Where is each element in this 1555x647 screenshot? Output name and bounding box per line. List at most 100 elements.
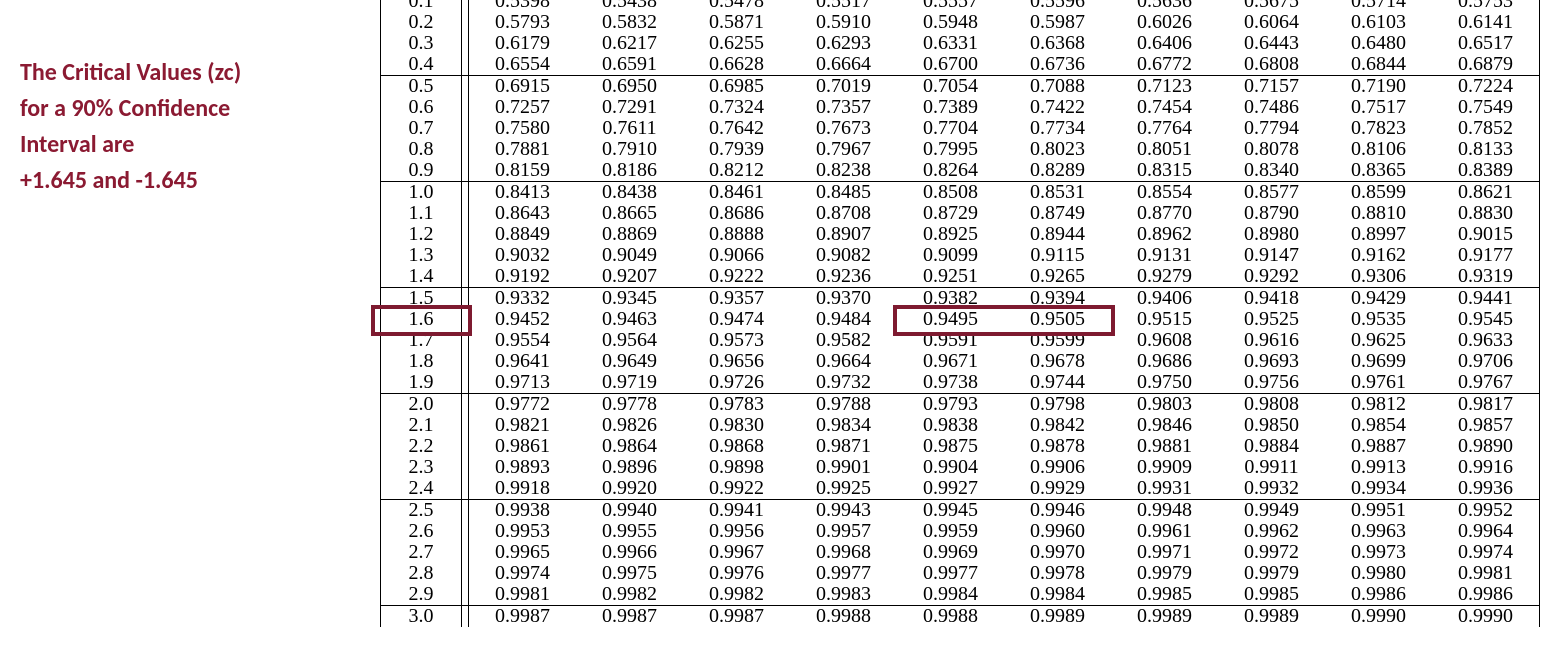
column-divider: [462, 309, 469, 330]
z-value-cell: 0.6293: [790, 33, 897, 54]
z-value-cell: 0.9761: [1325, 372, 1432, 394]
z-value-cell: 0.7324: [683, 97, 790, 118]
column-divider: [462, 160, 469, 182]
z-value-cell: 0.9846: [1111, 415, 1218, 436]
note-line: +1.645 and -1.645: [20, 163, 330, 199]
z-value-cell: 0.9973: [1325, 542, 1432, 563]
z-value-cell: 0.9772: [469, 394, 577, 416]
z-value-cell: 0.6985: [683, 76, 790, 98]
z-value-cell: 0.9505: [1004, 309, 1111, 330]
z-value-cell: 0.6443: [1218, 33, 1325, 54]
z-value-cell: 0.9778: [576, 394, 683, 416]
z-value-cell: 0.6700: [897, 54, 1004, 76]
z-row-label: 1.0: [381, 182, 462, 204]
column-divider: [462, 478, 469, 500]
z-value-cell: 0.6736: [1004, 54, 1111, 76]
z-value-cell: 0.9964: [1432, 521, 1540, 542]
z-row-label: 1.5: [381, 288, 462, 310]
z-value-cell: 0.9929: [1004, 478, 1111, 500]
z-value-cell: 0.8790: [1218, 203, 1325, 224]
z-value-cell: 0.8997: [1325, 224, 1432, 245]
z-row-label: 0.6: [381, 97, 462, 118]
z-value-cell: 0.5832: [576, 12, 683, 33]
z-value-cell: 0.8925: [897, 224, 1004, 245]
z-value-cell: 0.9959: [897, 521, 1004, 542]
z-value-cell: 0.9963: [1325, 521, 1432, 542]
z-value-cell: 0.9940: [576, 500, 683, 522]
z-value-cell: 0.9599: [1004, 330, 1111, 351]
z-value-cell: 0.9015: [1432, 224, 1540, 245]
z-value-cell: 0.9834: [790, 415, 897, 436]
z-value-cell: 0.9656: [683, 351, 790, 372]
z-value-cell: 0.9817: [1432, 394, 1540, 416]
note-line: The Critical Values (zc): [20, 55, 330, 91]
z-value-cell: 0.8849: [469, 224, 577, 245]
z-value-cell: 0.7967: [790, 139, 897, 160]
z-value-cell: 0.9922: [683, 478, 790, 500]
z-value-cell: 0.9988: [790, 606, 897, 628]
z-value-cell: 0.9893: [469, 457, 577, 478]
z-row-label: 0.7: [381, 118, 462, 139]
note-line: Interval are: [20, 127, 330, 163]
z-row-label: 2.7: [381, 542, 462, 563]
z-value-cell: 0.9838: [897, 415, 1004, 436]
z-value-cell: 0.8554: [1111, 182, 1218, 204]
z-value-cell: 0.6772: [1111, 54, 1218, 76]
z-row-label: 0.4: [381, 54, 462, 76]
z-value-cell: 0.9988: [897, 606, 1004, 628]
z-value-cell: 0.9812: [1325, 394, 1432, 416]
z-value-cell: 0.9868: [683, 436, 790, 457]
z-value-cell: 0.9429: [1325, 288, 1432, 310]
z-value-cell: 0.9952: [1432, 500, 1540, 522]
z-value-cell: 0.9957: [790, 521, 897, 542]
z-value-cell: 0.9345: [576, 288, 683, 310]
z-value-cell: 0.7123: [1111, 76, 1218, 98]
z-value-cell: 0.9875: [897, 436, 1004, 457]
z-value-cell: 0.5871: [683, 12, 790, 33]
z-value-cell: 0.8023: [1004, 139, 1111, 160]
z-value-cell: 0.9608: [1111, 330, 1218, 351]
z-value-cell: 0.8438: [576, 182, 683, 204]
z-value-cell: 0.8907: [790, 224, 897, 245]
z-value-cell: 0.6255: [683, 33, 790, 54]
z-value-cell: 0.7995: [897, 139, 1004, 160]
z-value-cell: 0.8599: [1325, 182, 1432, 204]
z-row-label: 2.2: [381, 436, 462, 457]
column-divider: [462, 12, 469, 33]
z-value-cell: 0.8340: [1218, 160, 1325, 182]
z-value-cell: 0.9452: [469, 309, 577, 330]
column-divider: [462, 54, 469, 76]
z-value-cell: 0.9961: [1111, 521, 1218, 542]
z-value-cell: 0.9913: [1325, 457, 1432, 478]
z-value-cell: 0.9292: [1218, 266, 1325, 288]
z-value-cell: 0.9966: [576, 542, 683, 563]
z-value-cell: 0.6064: [1218, 12, 1325, 33]
z-value-cell: 0.9989: [1004, 606, 1111, 628]
z-value-cell: 0.9987: [683, 606, 790, 628]
z-value-cell: 0.6591: [576, 54, 683, 76]
z-row-label: 1.8: [381, 351, 462, 372]
z-value-cell: 0.8461: [683, 182, 790, 204]
column-divider: [462, 351, 469, 372]
z-row-label: 2.0: [381, 394, 462, 416]
z-value-cell: 0.9980: [1325, 563, 1432, 584]
z-value-cell: 0.9965: [469, 542, 577, 563]
z-value-cell: 0.7257: [469, 97, 577, 118]
column-divider: [462, 288, 469, 310]
column-divider: [462, 224, 469, 245]
column-divider: [462, 372, 469, 394]
z-row-label: 3.0: [381, 606, 462, 628]
z-value-cell: 0.9949: [1218, 500, 1325, 522]
z-row-label: 2.6: [381, 521, 462, 542]
z-value-cell: 0.8810: [1325, 203, 1432, 224]
z-value-cell: 0.6517: [1432, 33, 1540, 54]
z-value-cell: 0.7910: [576, 139, 683, 160]
z-value-cell: 0.8962: [1111, 224, 1218, 245]
z-value-cell: 0.9750: [1111, 372, 1218, 394]
z-value-cell: 0.9861: [469, 436, 577, 457]
z-value-cell: 0.9808: [1218, 394, 1325, 416]
z-value-cell: 0.9463: [576, 309, 683, 330]
z-value-cell: 0.7224: [1432, 76, 1540, 98]
z-value-cell: 0.5987: [1004, 12, 1111, 33]
z-value-cell: 0.9986: [1432, 584, 1540, 606]
